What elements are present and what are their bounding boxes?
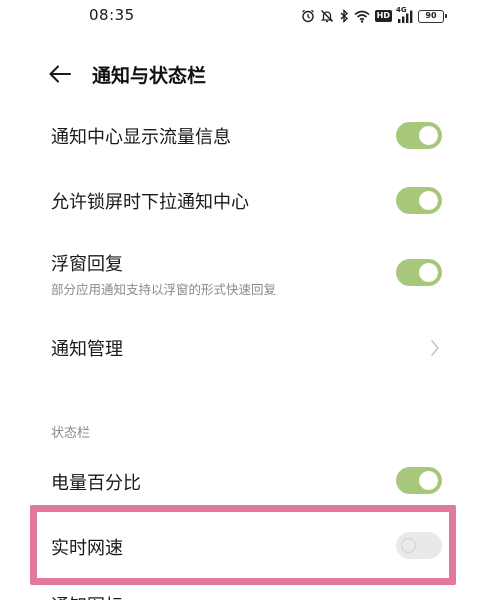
toggle-knob [419, 471, 438, 490]
status-bar: 08:35 HD 4G 90 [0, 0, 502, 34]
setting-label: 电量百分比 [51, 473, 141, 494]
toggle-lockscreen-pulldown[interactable] [396, 187, 442, 214]
arrow-left-icon [49, 65, 71, 83]
setting-label: 实时网速 [51, 538, 123, 559]
hd-icon: HD [374, 10, 392, 22]
setting-label: 通知中心显示流量信息 [51, 127, 231, 148]
setting-label-partial[interactable]: 通知图标 [51, 592, 123, 600]
toggle-battery-percentage[interactable] [396, 467, 442, 494]
setting-row-floating-reply[interactable]: 浮窗回复 部分应用通知支持以浮窗的形式快速回复 [0, 244, 502, 306]
wifi-icon [354, 10, 370, 23]
signal-icon: 4G [396, 6, 413, 23]
setting-row-lockscreen-pulldown[interactable]: 允许锁屏时下拉通知中心 [0, 177, 502, 225]
toggle-traffic-info[interactable] [396, 122, 442, 149]
alarm-icon [301, 9, 315, 23]
setting-subtitle: 部分应用通知支持以浮窗的形式快速回复 [51, 282, 277, 297]
bluetooth-icon [339, 9, 349, 23]
chevron-right-icon [428, 338, 442, 358]
setting-label: 通知管理 [51, 339, 123, 360]
toggle-knob [419, 191, 438, 210]
setting-label: 允许锁屏时下拉通知中心 [51, 192, 249, 213]
toggle-knob [419, 126, 438, 145]
setting-row-battery-percentage[interactable]: 电量百分比 [0, 456, 502, 504]
page-title: 通知与状态栏 [92, 65, 207, 87]
toggle-floating-reply[interactable] [396, 259, 442, 286]
toggle-knob [419, 263, 438, 282]
setting-row-notification-management[interactable]: 通知管理 [0, 324, 502, 372]
setting-label: 浮窗回复 [51, 254, 123, 275]
status-icons: HD 4G 90 [301, 6, 447, 26]
setting-row-realtime-speed[interactable]: 实时网速 [0, 521, 502, 569]
mute-icon [320, 9, 334, 23]
setting-row-traffic-info[interactable]: 通知中心显示流量信息 [0, 112, 502, 160]
toggle-knob [401, 538, 416, 553]
toggle-realtime-speed[interactable] [396, 532, 442, 559]
section-title-statusbar: 状态栏 [51, 426, 91, 441]
status-time: 08:35 [89, 6, 135, 24]
back-button[interactable] [46, 60, 74, 88]
page-header: 通知与状态栏 [0, 52, 502, 96]
battery-icon: 90 [418, 9, 447, 23]
